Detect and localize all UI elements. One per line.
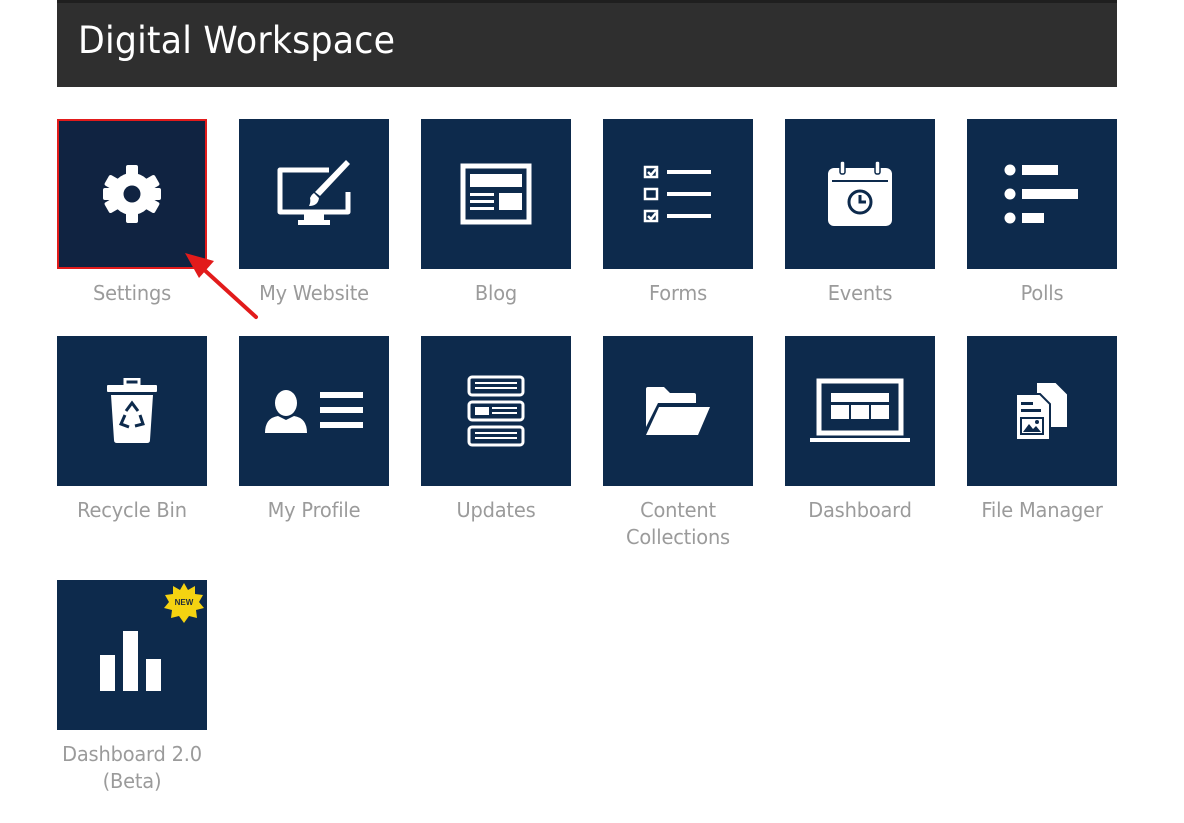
digital-workspace-page: Digital Workspace Settings My Website Bl… bbox=[0, 0, 1184, 823]
tile-label: Dashboard bbox=[808, 498, 912, 522]
tile-forms-box[interactable] bbox=[603, 119, 753, 269]
tile-label: Content Collections bbox=[626, 498, 730, 549]
tile-content-collections[interactable]: Content Collections bbox=[603, 336, 753, 551]
calendar-clock-icon bbox=[826, 160, 894, 228]
monitor-brush-icon bbox=[274, 156, 354, 232]
header-bar: Digital Workspace bbox=[57, 0, 1117, 87]
tile-forms[interactable]: Forms bbox=[603, 119, 753, 307]
files-icon bbox=[1014, 380, 1070, 442]
tile-label: Updates bbox=[456, 498, 536, 522]
tile-recycle-bin-box[interactable] bbox=[57, 336, 207, 486]
tile-my-profile[interactable]: My Profile bbox=[239, 336, 389, 524]
tile-blog-box[interactable] bbox=[421, 119, 571, 269]
gear-icon bbox=[99, 161, 165, 227]
tile-dashboard-box[interactable] bbox=[785, 336, 935, 486]
profile-card-icon bbox=[264, 388, 364, 434]
laptop-dashboard-icon bbox=[808, 378, 912, 444]
tile-updates-box[interactable] bbox=[421, 336, 571, 486]
tile-label: Forms bbox=[648, 281, 708, 305]
tile-my-website[interactable]: My Website bbox=[239, 119, 389, 307]
tile-settings-box[interactable] bbox=[57, 119, 207, 269]
tile-events[interactable]: Events bbox=[785, 119, 935, 307]
tile-dashboard-2-box[interactable]: NEW bbox=[57, 580, 207, 730]
tile-label: Blog bbox=[474, 281, 518, 305]
tile-label: My Website bbox=[259, 281, 369, 305]
checklist-icon bbox=[642, 164, 714, 224]
updates-stack-icon bbox=[467, 375, 525, 447]
tile-label: Recycle Bin bbox=[77, 498, 187, 522]
tile-label: Polls bbox=[1020, 281, 1064, 305]
page-title: Digital Workspace bbox=[78, 19, 396, 62]
tile-file-manager-box[interactable] bbox=[967, 336, 1117, 486]
tile-my-profile-box[interactable] bbox=[239, 336, 389, 486]
tile-polls-box[interactable] bbox=[967, 119, 1117, 269]
tile-blog[interactable]: Blog bbox=[421, 119, 571, 307]
tile-label: My Profile bbox=[267, 498, 361, 522]
tile-events-box[interactable] bbox=[785, 119, 935, 269]
bar-chart-icon bbox=[92, 615, 172, 695]
tile-file-manager[interactable]: File Manager bbox=[967, 336, 1117, 524]
recycle-bin-icon bbox=[105, 378, 159, 444]
tile-recycle-bin[interactable]: Recycle Bin bbox=[57, 336, 207, 524]
tile-dashboard-2[interactable]: NEW Dashboard 2.0 (Beta) bbox=[57, 580, 207, 795]
poll-bars-icon bbox=[1004, 163, 1080, 225]
tile-polls[interactable]: Polls bbox=[967, 119, 1117, 307]
tile-label: Dashboard 2.0 (Beta) bbox=[62, 742, 202, 793]
tile-dashboard[interactable]: Dashboard bbox=[785, 336, 935, 524]
tile-my-website-box[interactable] bbox=[239, 119, 389, 269]
tile-settings[interactable]: Settings bbox=[57, 119, 207, 307]
tile-content-collections-box[interactable] bbox=[603, 336, 753, 486]
folder-open-icon bbox=[644, 385, 712, 437]
tile-label: File Manager bbox=[981, 498, 1103, 522]
new-badge-label: NEW bbox=[174, 598, 194, 607]
tile-updates[interactable]: Updates bbox=[421, 336, 571, 524]
blog-layout-icon bbox=[460, 163, 532, 225]
tile-label: Settings bbox=[92, 281, 172, 305]
tile-label: Events bbox=[827, 281, 893, 305]
